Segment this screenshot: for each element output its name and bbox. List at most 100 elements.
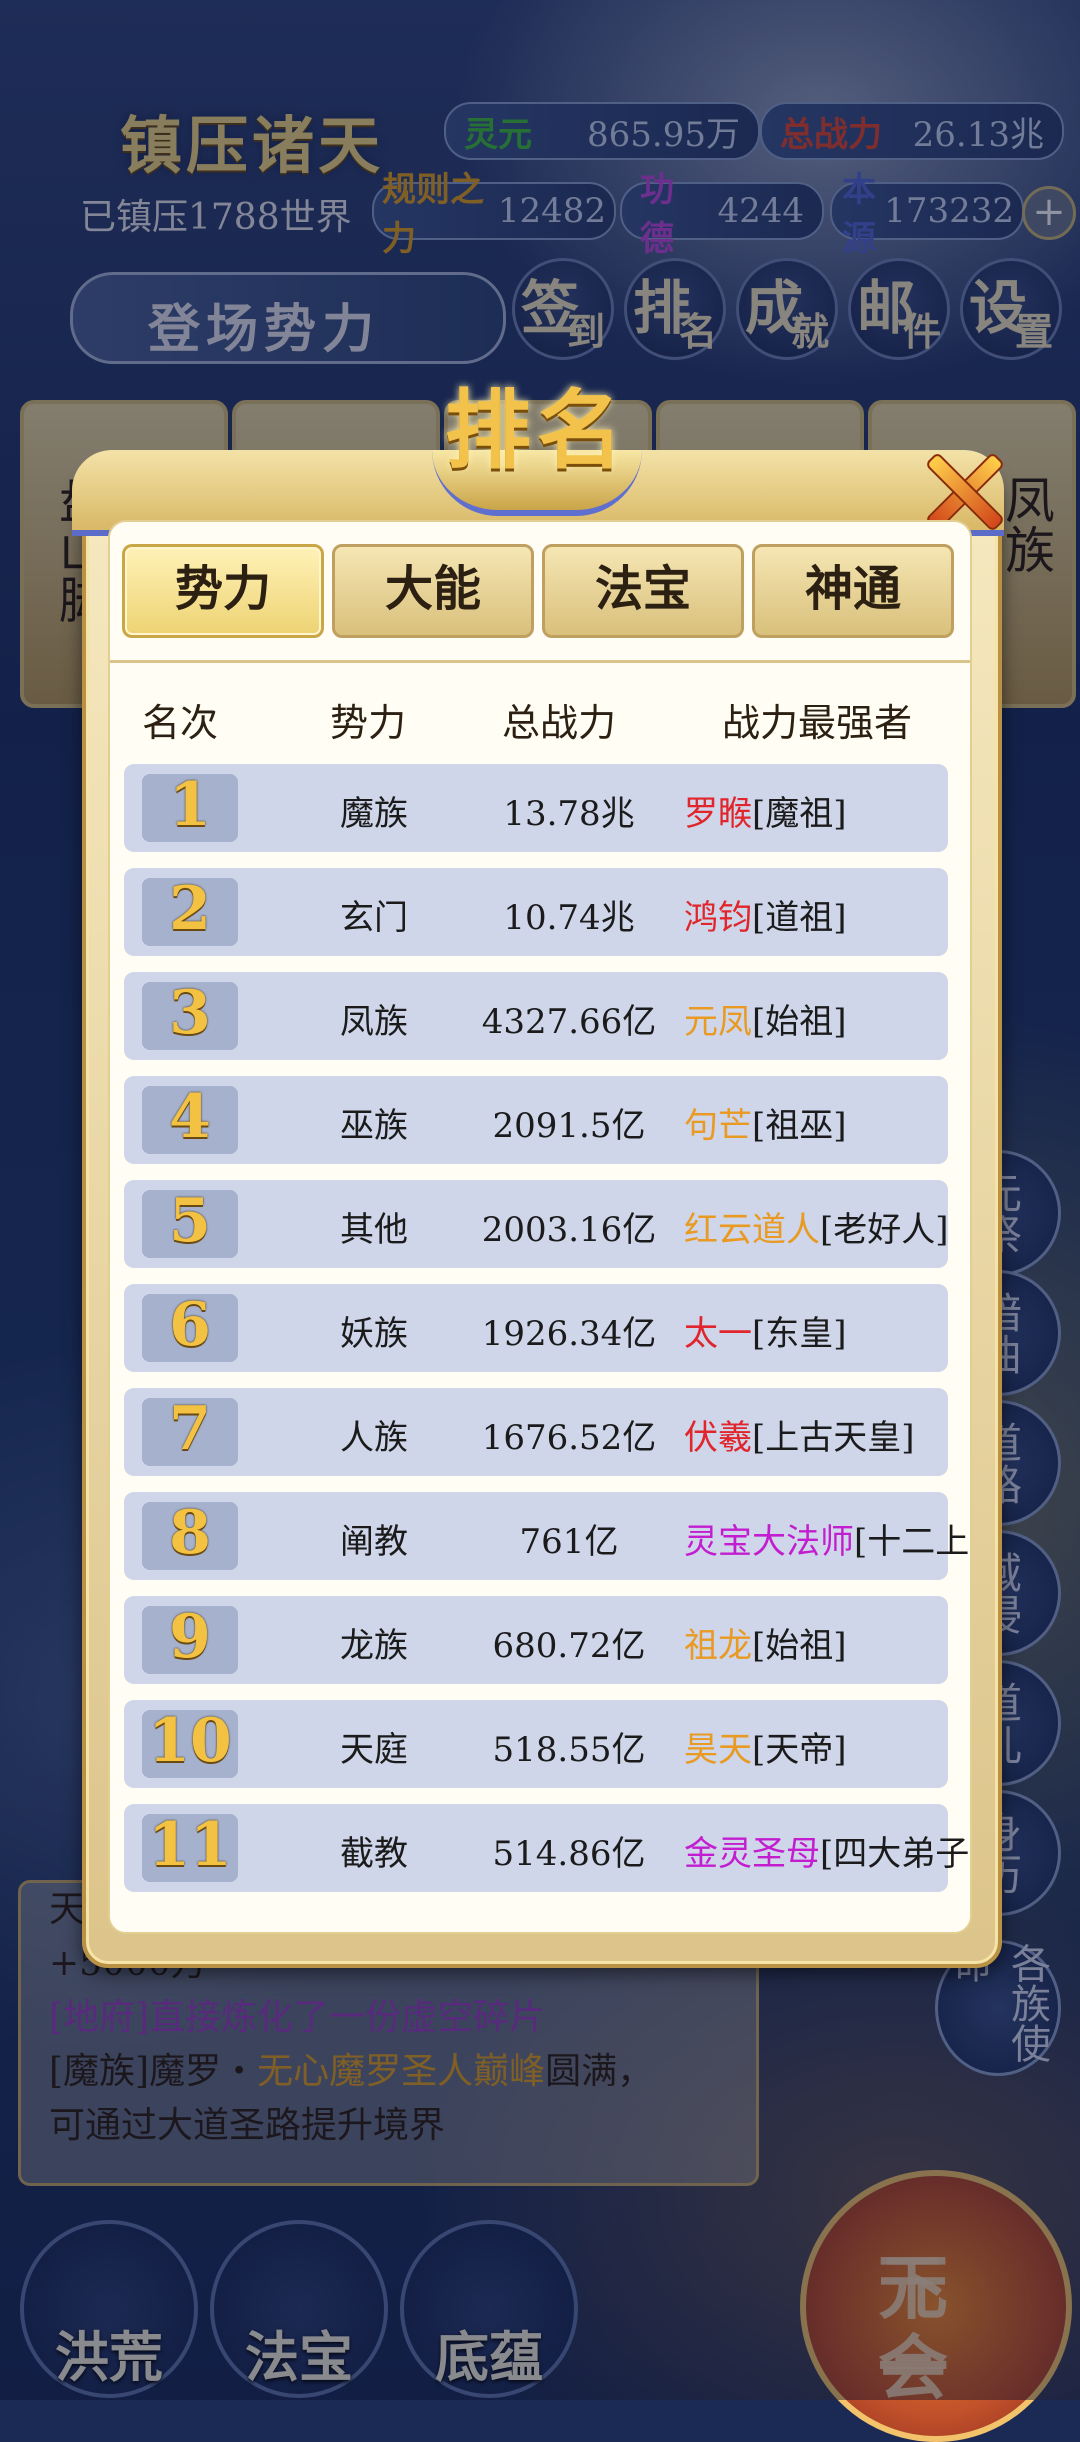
header-power: 总战力 xyxy=(502,701,617,745)
strongest-cell: 祖龙[始祖] xyxy=(684,1618,970,1667)
strongest-title: [十二上仙] xyxy=(854,1522,970,1562)
faction-cell: 巫族 xyxy=(340,1106,408,1146)
dialog-title-plate: 排名 xyxy=(412,360,662,516)
tab-faction[interactable]: 势力 xyxy=(122,544,324,638)
rank-badge: 8 xyxy=(142,1498,238,1570)
table-row[interactable]: 10 天庭 518.55亿 昊天[天帝] xyxy=(124,1700,948,1788)
rank-badge: 2 xyxy=(142,874,238,946)
faction-cell: 天庭 xyxy=(340,1730,408,1770)
power-cell: 4327.66亿 xyxy=(481,1002,657,1042)
strongest-name: 红云道人 xyxy=(684,1210,820,1250)
header-strongest: 战力最强者 xyxy=(722,701,913,745)
strongest-title: [四大弟子] xyxy=(820,1834,972,1874)
strongest-name: 金灵圣母 xyxy=(684,1834,820,1874)
strongest-name: 伏羲 xyxy=(684,1418,752,1458)
rank-badge: 9 xyxy=(142,1602,238,1674)
rank-number: 2 xyxy=(169,874,211,944)
faction-cell: 阐教 xyxy=(340,1522,408,1562)
dialog-paper: 势力 大能 法宝 神通 名次 势力 总战力 战力最强者 1 魔族 13.78兆 罗睺[… xyxy=(108,520,972,1934)
faction-cell: 人族 xyxy=(340,1418,408,1458)
rank-number: 11 xyxy=(148,1810,232,1880)
strongest-cell: 伏羲[上古天皇] xyxy=(684,1410,970,1459)
strongest-cell: 灵宝大法师[十二上仙] xyxy=(684,1514,970,1563)
strongest-title: [老好人] xyxy=(820,1210,949,1250)
rank-number: 4 xyxy=(169,1082,211,1152)
strongest-title: [始祖] xyxy=(752,1626,847,1666)
faction-cell: 玄门 xyxy=(340,898,408,938)
header-rank: 名次 xyxy=(142,701,219,745)
table-row[interactable]: 7 人族 1676.52亿 伏羲[上古天皇] xyxy=(124,1388,948,1476)
table-row[interactable]: 2 玄门 10.74兆 鸿钧[道祖] xyxy=(124,868,948,956)
tab-bar: 势力 大能 法宝 神通 xyxy=(110,544,970,638)
divider xyxy=(110,660,970,663)
list-fade xyxy=(110,1892,970,1932)
power-cell: 761亿 xyxy=(519,1522,619,1562)
strongest-cell: 金灵圣母[四大弟子] xyxy=(684,1826,972,1875)
strongest-cell: 昊天[天帝] xyxy=(684,1722,970,1771)
strongest-title: [天帝] xyxy=(752,1730,847,1770)
faction-cell: 凤族 xyxy=(340,1002,408,1042)
table-row[interactable]: 3 凤族 4327.66亿 元凤[始祖] xyxy=(124,972,948,1060)
rank-number: 6 xyxy=(169,1290,211,1360)
dialog-title: 排名 xyxy=(445,380,629,481)
rank-number: 8 xyxy=(169,1498,211,1568)
strongest-title: [祖巫] xyxy=(752,1106,847,1146)
power-cell: 680.72亿 xyxy=(492,1626,646,1666)
strongest-name: 句芒 xyxy=(684,1106,752,1146)
rank-badge: 11 xyxy=(142,1810,238,1882)
strongest-cell: 元凤[始祖] xyxy=(684,994,970,1043)
strongest-name: 灵宝大法师 xyxy=(684,1522,854,1562)
rank-badge: 1 xyxy=(142,770,238,842)
tab-skill[interactable]: 神通 xyxy=(752,544,954,638)
rank-number: 5 xyxy=(169,1186,211,1256)
faction-cell: 截教 xyxy=(340,1834,408,1874)
strongest-cell: 句芒[祖巫] xyxy=(684,1098,970,1147)
rank-number: 1 xyxy=(169,770,211,840)
power-cell: 10.74兆 xyxy=(503,898,635,938)
power-cell: 1926.34亿 xyxy=(481,1314,657,1354)
rank-badge: 5 xyxy=(142,1186,238,1258)
strongest-cell: 太一[东皇] xyxy=(684,1306,970,1355)
strongest-name: 罗睺 xyxy=(684,794,752,834)
faction-cell: 龙族 xyxy=(340,1626,408,1666)
table-row[interactable]: 6 妖族 1926.34亿 太一[东皇] xyxy=(124,1284,948,1372)
table-row[interactable]: 11 截教 514.86亿 金灵圣母[四大弟子] xyxy=(124,1804,970,1892)
ranking-dialog: 排名 势力 大能 法宝 神通 名次 势力 总战力 战力最强者 1 魔族 13.78兆… xyxy=(72,380,1004,1968)
rank-badge: 7 xyxy=(142,1394,238,1466)
strongest-cell: 鸿钧[道祖] xyxy=(684,890,970,939)
rank-badge: 4 xyxy=(142,1082,238,1154)
table-row[interactable]: 9 龙族 680.72亿 祖龙[始祖] xyxy=(124,1596,948,1684)
strongest-title: [魔祖] xyxy=(752,794,847,834)
rank-badge: 10 xyxy=(142,1706,238,1778)
table-row[interactable]: 4 巫族 2091.5亿 句芒[祖巫] xyxy=(124,1076,948,1164)
faction-cell: 妖族 xyxy=(340,1314,408,1354)
rank-number: 10 xyxy=(148,1706,232,1776)
table-row[interactable]: 8 阐教 761亿 灵宝大法师[十二上仙] xyxy=(124,1492,970,1580)
power-cell: 2003.16亿 xyxy=(481,1210,657,1250)
faction-cell: 魔族 xyxy=(340,794,408,834)
rank-badge: 6 xyxy=(142,1290,238,1362)
tab-expert[interactable]: 大能 xyxy=(332,544,534,638)
table-row[interactable]: 5 其他 2003.16亿 红云道人[老好人] xyxy=(124,1180,949,1268)
strongest-title: [始祖] xyxy=(752,1002,847,1042)
power-cell: 1676.52亿 xyxy=(481,1418,657,1458)
table-row[interactable]: 1 魔族 13.78兆 罗睺[魔祖] xyxy=(124,764,948,852)
strongest-name: 鸿钧 xyxy=(684,898,752,938)
strongest-name: 昊天 xyxy=(684,1730,752,1770)
strongest-name: 祖龙 xyxy=(684,1626,752,1666)
power-cell: 518.55亿 xyxy=(492,1730,646,1770)
rank-number: 9 xyxy=(169,1602,211,1672)
power-cell: 514.86亿 xyxy=(492,1834,646,1874)
tab-treasure[interactable]: 法宝 xyxy=(542,544,744,638)
header-faction: 势力 xyxy=(330,701,407,745)
power-cell: 13.78兆 xyxy=(503,794,635,834)
strongest-name: 太一 xyxy=(684,1314,752,1354)
rank-number: 3 xyxy=(169,978,211,1048)
strongest-cell: 罗睺[魔祖] xyxy=(684,786,970,835)
faction-cell: 其他 xyxy=(340,1210,408,1250)
rank-badge: 3 xyxy=(142,978,238,1050)
strongest-name: 元凤 xyxy=(684,1002,752,1042)
strongest-title: [东皇] xyxy=(752,1314,847,1354)
strongest-cell: 红云道人[老好人] xyxy=(684,1202,970,1251)
strongest-title: [道祖] xyxy=(752,898,847,938)
